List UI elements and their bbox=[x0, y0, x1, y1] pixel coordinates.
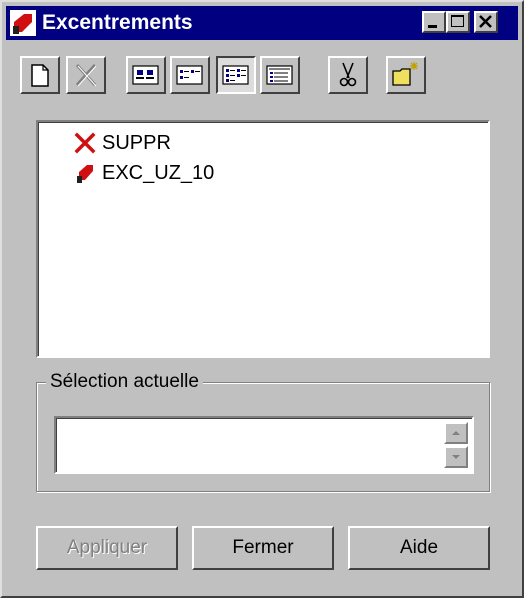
close-button[interactable] bbox=[474, 11, 498, 33]
toolbar bbox=[2, 48, 522, 102]
new-folder-icon bbox=[392, 62, 418, 86]
current-selection-field[interactable] bbox=[54, 416, 474, 474]
help-button[interactable]: Aide bbox=[348, 526, 490, 570]
arrow-up-icon bbox=[452, 431, 460, 435]
current-selection-label: Sélection actuelle bbox=[46, 370, 203, 394]
list-view-icon bbox=[222, 65, 249, 85]
excentrement-icon bbox=[77, 165, 93, 183]
minimize-button[interactable] bbox=[422, 11, 446, 33]
close-dialog-button[interactable]: Fermer bbox=[192, 526, 334, 570]
minimize-icon bbox=[428, 25, 437, 28]
excentrement-list[interactable]: SUPPR EXC_UZ_10 bbox=[36, 120, 490, 358]
small-icons-view-icon bbox=[176, 65, 203, 85]
window-title: Excentrements bbox=[42, 11, 193, 34]
cut-button[interactable] bbox=[328, 56, 368, 94]
new-button[interactable] bbox=[20, 56, 60, 94]
maximize-icon bbox=[451, 15, 464, 27]
large-icons-view-icon bbox=[132, 65, 159, 85]
large-icons-view-button[interactable] bbox=[126, 56, 166, 94]
close-icon bbox=[479, 15, 492, 28]
spin-down-button[interactable] bbox=[444, 446, 468, 468]
scissors-icon bbox=[339, 62, 357, 87]
delete-button[interactable] bbox=[66, 56, 106, 94]
app-icon bbox=[10, 10, 36, 36]
list-view-button[interactable] bbox=[216, 56, 256, 94]
maximize-button[interactable] bbox=[446, 11, 470, 33]
list-item-label: SUPPR bbox=[102, 132, 171, 154]
delete-icon bbox=[75, 63, 97, 87]
red-x-icon bbox=[74, 132, 96, 154]
title-bar[interactable]: Excentrements bbox=[6, 6, 518, 40]
new-document-icon bbox=[31, 64, 49, 87]
details-view-button[interactable] bbox=[260, 56, 300, 94]
details-view-icon bbox=[266, 65, 293, 85]
spin-up-button[interactable] bbox=[444, 422, 468, 444]
small-icons-view-button[interactable] bbox=[170, 56, 210, 94]
spinner[interactable] bbox=[444, 422, 470, 470]
new-folder-button[interactable] bbox=[386, 56, 426, 94]
dialog-window: Excentrements SUPPR EXC_UZ_10 Sélection … bbox=[0, 0, 524, 598]
apply-button[interactable]: Appliquer bbox=[36, 526, 178, 570]
arrow-down-icon bbox=[452, 455, 460, 459]
list-item-label: EXC_UZ_10 bbox=[102, 162, 215, 184]
